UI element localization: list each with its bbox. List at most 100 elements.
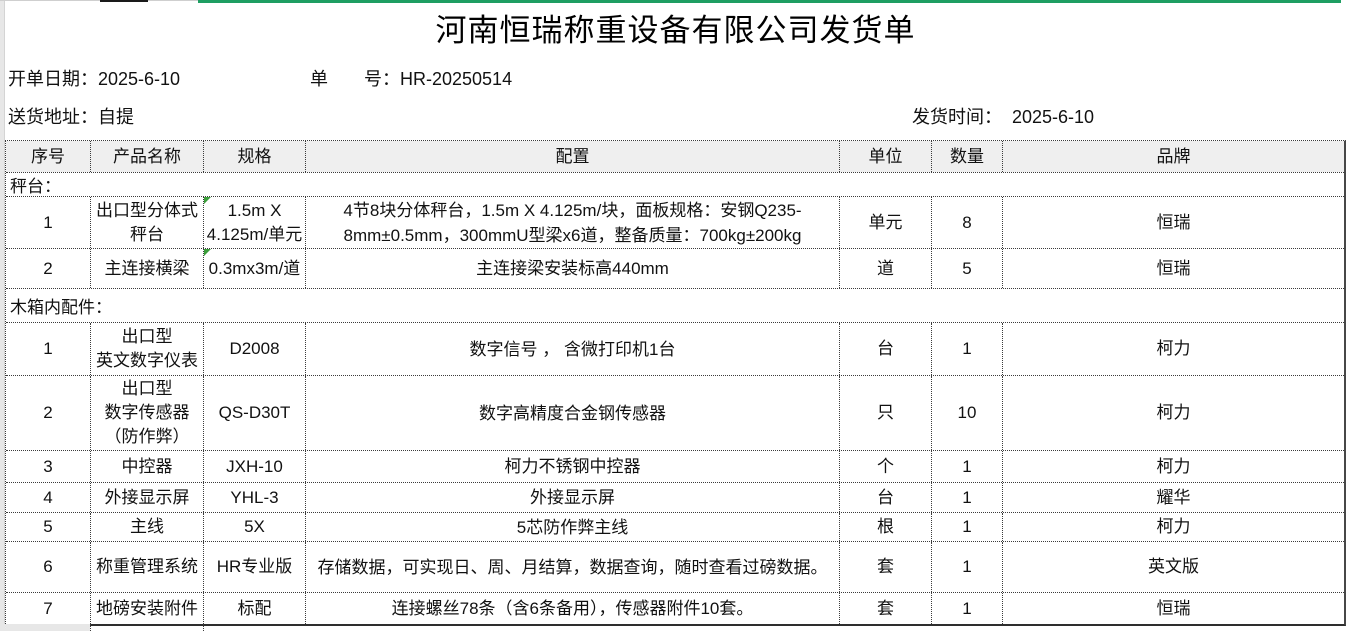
cell-product[interactable]: 主连接横梁: [91, 249, 204, 288]
table-row: 7 地磅安装附件 标配 连接螺丝78条（含6条备用），传感器附件10套。 套 1…: [6, 593, 1344, 624]
cell-spec[interactable]: JXH-10: [204, 451, 306, 482]
cell-brand[interactable]: 耀华: [1003, 483, 1344, 512]
cell-spec[interactable]: YHL-3: [204, 483, 306, 512]
cell-qty[interactable]: 5: [932, 249, 1003, 288]
section-row-scale-platform[interactable]: 秤台：: [6, 173, 1344, 197]
cell-unit[interactable]: 套: [840, 542, 932, 592]
cell-product[interactable]: 中控器: [91, 451, 204, 482]
cell-config[interactable]: 外接显示屏: [306, 483, 840, 512]
header-cell-unit[interactable]: 单位: [840, 141, 932, 172]
cell-brand[interactable]: 英文版: [1003, 542, 1344, 592]
section-label: 秤台：: [10, 172, 61, 197]
header-cell-no[interactable]: 序号: [6, 141, 91, 172]
error-indicator-icon: [204, 197, 211, 204]
cell-config[interactable]: 存储数据，可实现日、周、月结算，数据查询，随时查看过磅数据。: [306, 542, 840, 592]
table-row: 2 出口型 数字传感器 （防作弊） QS-D30T 数字高精度合金钢传感器 只 …: [6, 376, 1344, 451]
cell-unit[interactable]: 套: [840, 593, 932, 624]
cell-qty[interactable]: 1: [932, 323, 1003, 375]
cell-no[interactable]: 1: [6, 197, 91, 248]
cell-qty[interactable]: 8: [932, 197, 1003, 248]
cell-spec[interactable]: 0.3mx3m/道: [204, 249, 306, 288]
section-row-crate-accessories[interactable]: 木箱内配件：: [6, 289, 1344, 323]
header-cell-config[interactable]: 配置: [306, 141, 840, 172]
cell-unit[interactable]: 个: [840, 451, 932, 482]
cell-product[interactable]: 外接显示屏: [91, 483, 204, 512]
cell-unit[interactable]: 根: [840, 513, 932, 541]
ship-time-line: 发货时间： 2025-6-10: [912, 104, 1094, 130]
cell-brand[interactable]: 恒瑞: [1003, 593, 1344, 624]
order-date-line: 开单日期：2025-6-10: [8, 66, 180, 92]
header-cell-spec[interactable]: 规格: [204, 141, 306, 172]
spreadsheet-page: 河南恒瑞称重设备有限公司发货单 开单日期：2025-6-10 单 号：HR-20…: [0, 0, 1351, 631]
below-table-gridline: [203, 623, 204, 631]
order-date-label: 开单日期：: [8, 69, 98, 89]
order-no-line: 单 号：HR-20250514: [310, 66, 512, 92]
cell-no[interactable]: 7: [6, 593, 91, 624]
cell-spec[interactable]: 标配: [204, 593, 306, 624]
cell-config[interactable]: 5芯防作弊主线: [306, 513, 840, 541]
delivery-address-label: 送货地址：: [8, 107, 98, 127]
cell-no[interactable]: 2: [6, 376, 91, 450]
header-cell-product[interactable]: 产品名称: [91, 141, 204, 172]
table-row: 2 主连接横梁 0.3mx3m/道 主连接梁安装标高440mm 道 5 恒瑞: [6, 249, 1344, 289]
delivery-address-line: 送货地址：自提: [8, 104, 134, 130]
cell-no[interactable]: 2: [6, 249, 91, 288]
cell-spec[interactable]: 1.5m X 4.125m/单元: [204, 197, 306, 248]
cell-qty[interactable]: 1: [932, 483, 1003, 512]
page-title: 河南恒瑞称重设备有限公司发货单: [5, 6, 1346, 56]
table-row: 1 出口型 英文数字仪表 D2008 数字信号 ， 含微打印机1台 台 1 柯力: [6, 323, 1344, 376]
cell-config[interactable]: 数字高精度合金钢传感器: [306, 376, 840, 450]
ship-time-value[interactable]: 2025-6-10: [1012, 107, 1094, 127]
cell-spec[interactable]: 5X: [204, 513, 306, 541]
cell-product[interactable]: 出口型 数字传感器 （防作弊）: [91, 376, 204, 450]
cell-product[interactable]: 主线: [91, 513, 204, 541]
error-indicator-icon: [204, 249, 211, 256]
cell-no[interactable]: 6: [6, 542, 91, 592]
header-cell-qty[interactable]: 数量: [932, 141, 1003, 172]
top-gray-line: [0, 0, 198, 1]
order-date-value[interactable]: 2025-6-10: [98, 69, 180, 89]
cell-qty[interactable]: 1: [932, 542, 1003, 592]
cell-spec[interactable]: HR专业版: [204, 542, 306, 592]
cell-product[interactable]: 出口型分体式 秤台: [91, 197, 204, 248]
cell-config[interactable]: 柯力不锈钢中控器: [306, 451, 840, 482]
cell-no[interactable]: 4: [6, 483, 91, 512]
cell-brand[interactable]: 柯力: [1003, 376, 1344, 450]
cell-product[interactable]: 出口型 英文数字仪表: [91, 323, 204, 375]
cell-qty[interactable]: 10: [932, 376, 1003, 450]
cell-brand[interactable]: 柯力: [1003, 451, 1344, 482]
cell-no[interactable]: 3: [6, 451, 91, 482]
cell-brand[interactable]: 恒瑞: [1003, 197, 1344, 248]
order-no-label: 单 号：: [310, 69, 400, 89]
ship-time-label: 发货时间：: [912, 107, 1002, 127]
cell-config[interactable]: 连接螺丝78条（含6条备用），传感器附件10套。: [306, 593, 840, 624]
cell-spec[interactable]: D2008: [204, 323, 306, 375]
cell-no[interactable]: 1: [6, 323, 91, 375]
cell-config[interactable]: 主连接梁安装标高440mm: [306, 249, 840, 288]
delivery-address-value[interactable]: 自提: [98, 107, 134, 127]
top-black-line: [100, 0, 148, 2]
table-row: 5 主线 5X 5芯防作弊主线 根 1 柯力: [6, 513, 1344, 542]
cell-no[interactable]: 5: [6, 513, 91, 541]
cell-config[interactable]: 4节8块分体秤台，1.5m X 4.125m/块，面板规格：安钢Q235-8mm…: [306, 197, 840, 248]
cell-unit[interactable]: 道: [840, 249, 932, 288]
header-cell-brand[interactable]: 品牌: [1003, 141, 1344, 172]
cell-brand[interactable]: 柯力: [1003, 513, 1344, 541]
cell-product[interactable]: 地磅安装附件: [91, 593, 204, 624]
cell-qty[interactable]: 1: [932, 451, 1003, 482]
cell-unit[interactable]: 台: [840, 483, 932, 512]
cell-brand[interactable]: 柯力: [1003, 323, 1344, 375]
cell-unit[interactable]: 只: [840, 376, 932, 450]
cell-unit[interactable]: 单元: [840, 197, 932, 248]
table-header-row: 序号 产品名称 规格 配置 单位 数量 品牌: [6, 141, 1344, 173]
cell-qty[interactable]: 1: [932, 593, 1003, 624]
page-break-green-line: [198, 0, 1341, 3]
cell-spec[interactable]: QS-D30T: [204, 376, 306, 450]
cell-product[interactable]: 称重管理系统: [91, 542, 204, 592]
section-label: 木箱内配件：: [10, 293, 112, 318]
order-no-value[interactable]: HR-20250514: [400, 69, 512, 89]
cell-qty[interactable]: 1: [932, 513, 1003, 541]
cell-brand[interactable]: 恒瑞: [1003, 249, 1344, 288]
cell-config[interactable]: 数字信号 ， 含微打印机1台: [306, 323, 840, 375]
cell-unit[interactable]: 台: [840, 323, 932, 375]
